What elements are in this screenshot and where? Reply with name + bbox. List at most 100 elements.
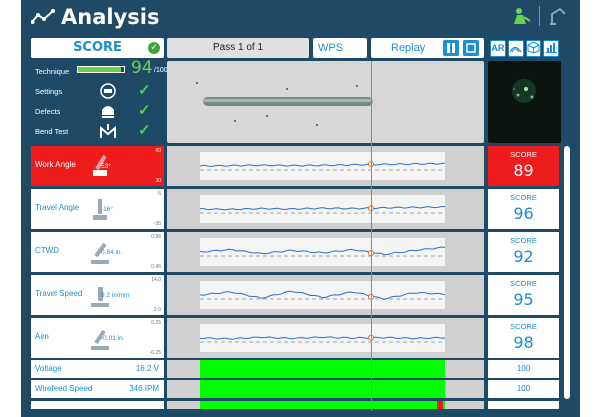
chart-view-button[interactable] (543, 40, 559, 57)
graph-travel-speed (167, 275, 484, 315)
wirefeed-score: 100 (488, 380, 559, 398)
pass-selector[interactable]: Pass 1 of 1 (167, 38, 309, 58)
score-value: 89 (513, 161, 534, 180)
voltage-in-range-bar (200, 360, 445, 378)
param-travel-speed[interactable]: Travel Speed 9.2 in/min 14.0 2.0 (31, 275, 164, 315)
pause-button[interactable] (443, 40, 459, 56)
trend-plot (199, 152, 446, 180)
trend-plot (199, 195, 445, 223)
heatmap-icon (509, 46, 522, 53)
weld-bead-view (167, 61, 484, 143)
param-lower-limit: 30 (155, 178, 161, 184)
defect-icon (102, 106, 114, 118)
wirefeed-in-range-bar (200, 380, 445, 398)
bend-test-icon (100, 124, 116, 138)
param-upper-limit: 0.25 (151, 320, 161, 326)
settings-row[interactable]: Settings ✓ (31, 81, 164, 101)
trend-plot (199, 281, 446, 309)
acceptable-band (200, 152, 445, 180)
wirefeed-row[interactable]: Wirefeed Speed 346 IPM (31, 380, 164, 398)
param-upper-limit: 0.96 (151, 234, 161, 240)
voltage-label: Voltage (35, 364, 62, 373)
param-upper-limit: 14.0 (151, 277, 161, 283)
defects-row[interactable]: Defects ✓ (31, 101, 164, 121)
bend-test-row[interactable]: Bend Test ✓ (31, 121, 164, 141)
welder-icon[interactable] (511, 6, 531, 26)
param-work-angle[interactable]: Work Angle 53° 60 30 (31, 146, 164, 186)
wps-button[interactable]: WPS (313, 38, 367, 58)
page-title: Analysis (61, 5, 160, 29)
trend-plot (199, 238, 446, 266)
replay-control: Replay (371, 38, 484, 58)
robot-arm-icon[interactable] (548, 6, 568, 26)
technique-row: Technique 94 /100 (31, 58, 168, 81)
param-upper-limit: 60 (155, 148, 161, 154)
helmet-icon (100, 83, 116, 99)
param-lower-limit: 2.0 (154, 307, 161, 313)
next-strip-partial (167, 401, 484, 409)
next-score-partial (488, 401, 559, 409)
param-lower-limit: -0.25 (149, 350, 161, 356)
score-label: SCORE (510, 279, 537, 288)
graph-aim (167, 318, 484, 358)
summary-panel: Technique 94 /100 Settings ✓ Defects ✓ B… (31, 58, 168, 143)
param-value: -0.01 in. (101, 335, 125, 342)
score-value: 96 (513, 204, 534, 223)
acceptable-band (200, 195, 445, 223)
score-label: SCORE (510, 236, 537, 245)
app-header: Analysis (21, 0, 580, 35)
stop-button[interactable] (463, 40, 479, 56)
score-label: SCORE (510, 150, 537, 159)
param-aim[interactable]: Aim -0.01 in. 0.25 -0.25 (31, 318, 164, 358)
score-value: 98 (513, 333, 534, 352)
wirefeed-label: Wirefeed Speed (35, 384, 93, 393)
check-circle-icon: ✓ (148, 42, 160, 54)
next-row-partial (31, 401, 164, 409)
score-travel-speed: SCORE 95 (488, 275, 559, 315)
technique-value: 94 (131, 58, 153, 78)
acceptable-band (200, 281, 445, 309)
score-value: 95 (513, 290, 534, 309)
pause-icon (447, 43, 455, 53)
voltage-score: 100 (488, 360, 559, 378)
heatmap-view-button[interactable] (507, 40, 524, 57)
ar-view-button[interactable]: AR (490, 40, 506, 57)
param-name: Work Angle (35, 160, 76, 169)
wirefeed-value: 346 IPM (129, 384, 159, 393)
score-value: 92 (513, 247, 534, 266)
technique-label: Technique (35, 67, 70, 76)
stop-icon (466, 43, 476, 53)
score-label: SCORE (510, 193, 537, 202)
score-ctwd: SCORE 92 (488, 232, 559, 272)
score-label: SCORE (510, 322, 537, 331)
settings-check-icon: ✓ (138, 82, 151, 99)
voltage-row[interactable]: Voltage 16.2 V (31, 360, 164, 378)
3d-view-button[interactable] (525, 40, 542, 57)
chart-icon (545, 43, 557, 53)
playback-cursor[interactable] (371, 61, 372, 411)
graph-travel-angle (167, 189, 484, 229)
param-upper-limit: -5 (156, 191, 161, 197)
param-ctwd[interactable]: CTWD 0.84 in. 0.96 0.46 (31, 232, 164, 272)
trend-icon (31, 9, 55, 24)
wirefeed-strip (167, 380, 484, 398)
param-name: CTWD (35, 246, 59, 255)
param-value: 53° (101, 163, 111, 170)
param-travel-angle[interactable]: Travel Angle -16° -5 -35 (31, 189, 164, 229)
scrollbar[interactable] (564, 146, 570, 399)
camera-image (512, 79, 536, 103)
header-divider (539, 6, 540, 26)
trend-plot (200, 324, 445, 352)
bend-test-check-icon: ✓ (138, 122, 151, 139)
voltage-strip (167, 360, 484, 378)
camera-view (488, 61, 561, 143)
bend-test-label: Bend Test (35, 127, 69, 136)
technique-progress-fill (78, 67, 122, 72)
param-lower-limit: -35 (153, 221, 161, 227)
technique-denominator: /100 (154, 67, 168, 74)
weld-bead-image (196, 82, 373, 126)
cube-icon (527, 41, 540, 54)
replay-label: Replay (391, 42, 426, 54)
app-window: Analysis SCORE ✓ Pass 1 of 1 WPS Replay … (21, 0, 580, 417)
technique-progress (77, 66, 125, 73)
